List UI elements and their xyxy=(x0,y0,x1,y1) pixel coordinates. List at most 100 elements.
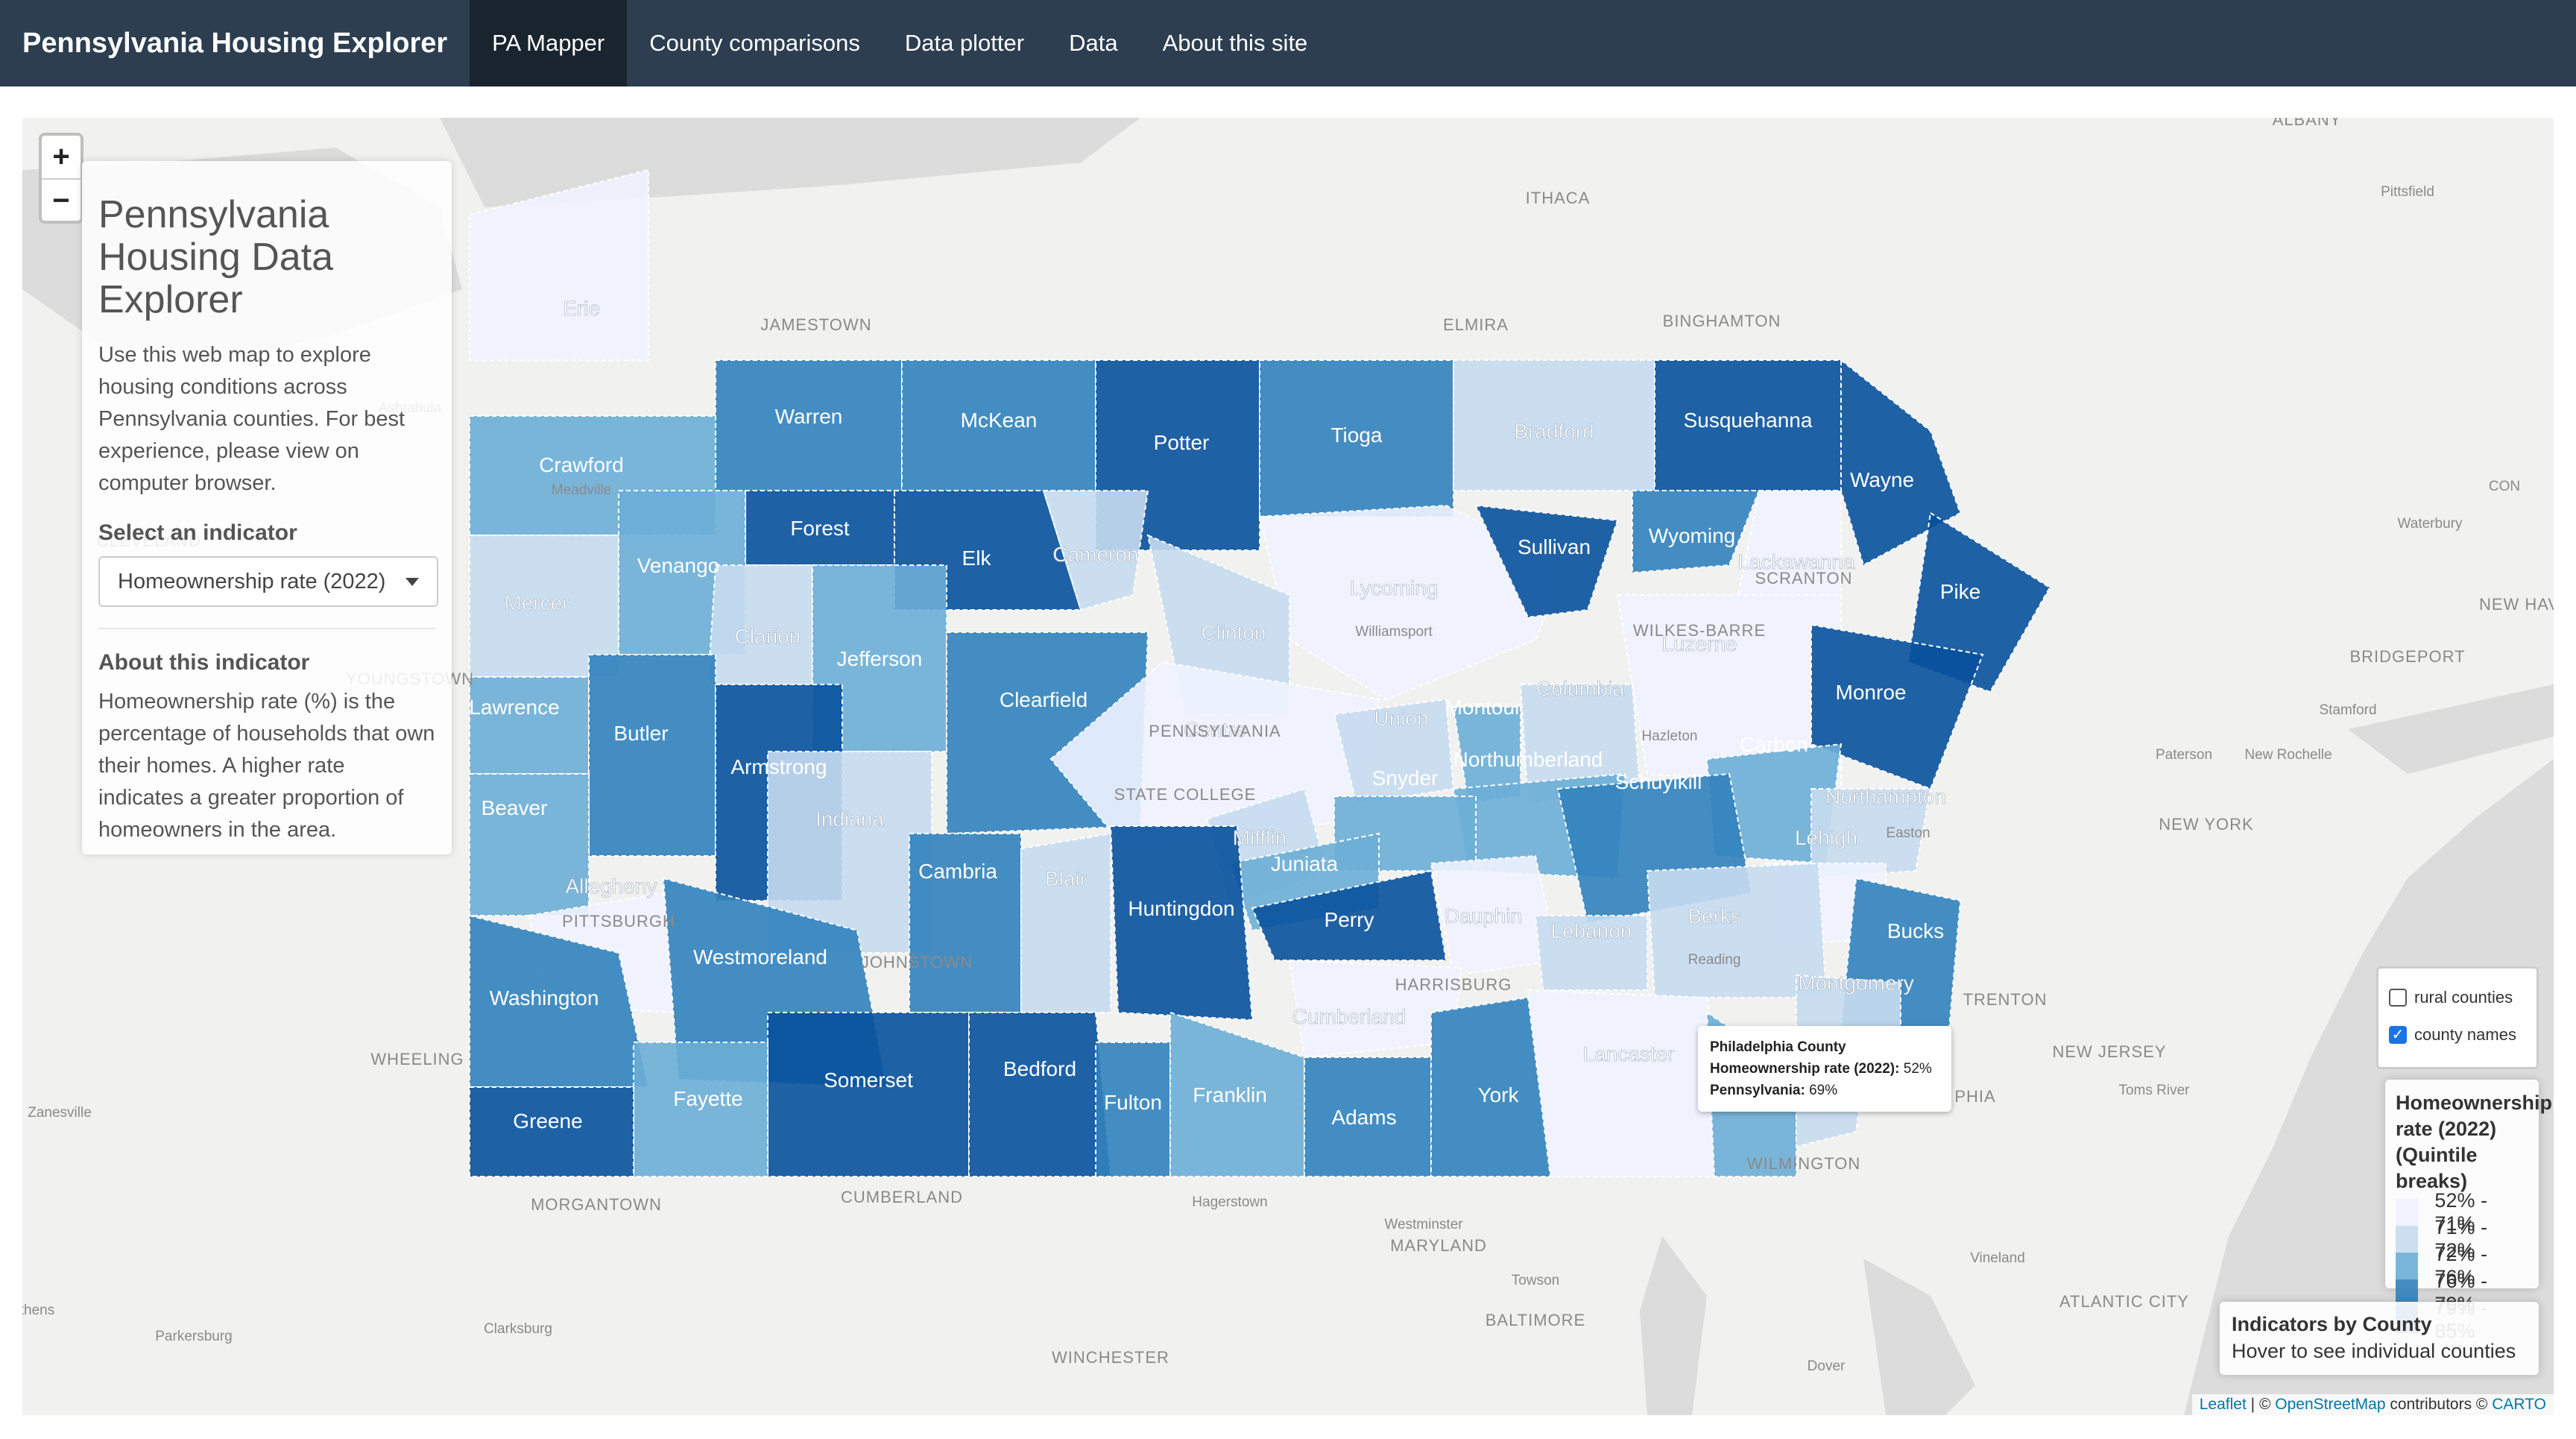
basemap-label: ITHACA xyxy=(1526,189,1591,207)
basemap-label: HARRISBURG xyxy=(1395,975,1512,994)
county-label: Columbia xyxy=(1536,677,1625,700)
nav-data[interactable]: Data xyxy=(1046,0,1140,86)
legend-swatch xyxy=(2396,1199,2419,1226)
legend: Homeownership rate (2022) (Quintile brea… xyxy=(2385,1080,2552,1342)
county-label: Montour xyxy=(1445,696,1522,719)
county-label: Mifflin xyxy=(1233,826,1287,849)
nav-data-plotter[interactable]: Data plotter xyxy=(883,0,1046,86)
county-names-label: county names xyxy=(2414,1025,2516,1044)
basemap-label: Williamsport xyxy=(1355,624,1433,640)
basemap-label: Hagerstown xyxy=(1192,1194,1267,1210)
basemap-label: SCRANTON xyxy=(1755,569,1852,588)
basemap-label: Clarksburg xyxy=(484,1321,552,1337)
basemap-label: CUMBERLAND xyxy=(841,1188,963,1206)
county-label: Westmoreland xyxy=(693,945,827,969)
county-label: Bradford xyxy=(1514,420,1594,443)
basemap-label: CON xyxy=(2489,479,2520,494)
rural-counties-label: rural counties xyxy=(2414,988,2513,1007)
county-label: York xyxy=(1477,1083,1519,1106)
indicator-select-value: Homeownership rate (2022) xyxy=(118,569,386,593)
indicator-select[interactable]: Homeownership rate (2022) xyxy=(98,556,438,607)
county-label: Somerset xyxy=(824,1068,913,1092)
toggle-county-names[interactable]: ✓ county names xyxy=(2389,1016,2526,1054)
zoom-out-button[interactable]: − xyxy=(42,180,80,222)
county-bedford[interactable] xyxy=(968,1012,1112,1177)
rural-counties-checkbox[interactable] xyxy=(2389,989,2407,1007)
basemap-label: Hazleton xyxy=(1642,728,1698,744)
county-somerset[interactable] xyxy=(767,1012,970,1177)
county-huntingdon[interactable] xyxy=(1109,825,1254,1021)
county-label: Sullivan xyxy=(1518,535,1591,558)
navbar: Pennsylvania Housing Explorer PA Mapper … xyxy=(0,0,2576,86)
osm-link[interactable]: OpenStreetMap xyxy=(2275,1396,2385,1413)
county-label: Jefferson xyxy=(837,647,923,670)
county-label: Blair xyxy=(1045,867,1087,890)
county-label: Wyoming xyxy=(1649,524,1735,547)
legend-swatch xyxy=(2396,1226,2419,1253)
county-names-checkbox[interactable]: ✓ xyxy=(2389,1026,2407,1044)
county-label: Mercer xyxy=(504,591,569,614)
basemap-label: TRENTON xyxy=(1963,990,2048,1009)
basemap-label: NEW HAV xyxy=(2479,595,2554,614)
county-label: Warren xyxy=(775,405,843,428)
basemap-label: ELMIRA xyxy=(1443,315,1509,334)
basemap-label: ALBANY xyxy=(2273,118,2342,129)
county-lawrence[interactable] xyxy=(469,676,590,775)
nav-pa-mapper[interactable]: PA Mapper xyxy=(470,0,628,86)
county-label: Susquehanna xyxy=(1684,409,1813,432)
nav-about[interactable]: About this site xyxy=(1140,0,1330,86)
info-box: Indicators by County Hover to see indivi… xyxy=(2220,1302,2539,1375)
basemap-label: Parkersburg xyxy=(155,1329,233,1344)
chesapeake-bay xyxy=(1640,1236,1707,1415)
info-title: Indicators by County xyxy=(2232,1313,2432,1335)
county-blair[interactable] xyxy=(1020,832,1111,1013)
nav-county-comparisons[interactable]: County comparisons xyxy=(627,0,883,86)
county-label: Armstrong xyxy=(730,755,827,778)
county-label: Snyder xyxy=(1372,766,1439,790)
basemap-label: Dover xyxy=(1808,1358,1846,1374)
basemap-label: PENNSYLVANIA xyxy=(1149,722,1281,740)
county-label: Fulton xyxy=(1104,1091,1162,1114)
sidebar-panel: Pennsylvania Housing Data Explorer Use t… xyxy=(82,161,452,854)
county-label: Franklin xyxy=(1193,1083,1267,1106)
basemap-label: WILMINGTON xyxy=(1747,1154,1861,1173)
zoom-in-button[interactable]: + xyxy=(42,136,80,180)
carto-link[interactable]: CARTO xyxy=(2492,1396,2546,1413)
county-butler[interactable] xyxy=(588,654,716,857)
county-label: Carbon xyxy=(1740,733,1808,756)
tooltip-county-name: Philadelphia County xyxy=(1710,1039,1846,1055)
tooltip-state-value: 69% xyxy=(1809,1083,1838,1098)
basemap-label: JAMESTOWN xyxy=(760,315,871,334)
county-label: Lawrence xyxy=(469,696,559,719)
county-label: Butler xyxy=(613,722,668,745)
county-label: Schuylkill xyxy=(1615,770,1702,793)
basemap-label: BALTIMORE xyxy=(1486,1311,1586,1329)
basemap-label: STATE COLLEGE xyxy=(1114,785,1257,804)
delaware-bay xyxy=(1863,1259,1975,1415)
about-indicator-heading: About this indicator xyxy=(98,650,310,675)
basemap-label: Towson xyxy=(1512,1273,1559,1288)
long-island-sound xyxy=(2348,684,2554,774)
tooltip-indicator-value: 52% xyxy=(1903,1061,1932,1077)
county-label: Clarion xyxy=(735,625,801,648)
county-label: Northumberland xyxy=(1453,748,1603,771)
leaflet-link[interactable]: Leaflet xyxy=(2200,1396,2247,1413)
basemap-label: NEW JERSEY xyxy=(2052,1042,2166,1061)
county-label: Indiana xyxy=(815,807,884,831)
county-label: Bedford xyxy=(1003,1057,1076,1080)
county-label: Beaver xyxy=(482,796,548,819)
basemap-label: ATLANTIC CITY xyxy=(2059,1292,2189,1311)
toggle-rural-counties[interactable]: rural counties xyxy=(2389,979,2526,1016)
attrib-contrib: contributors © xyxy=(2390,1396,2488,1413)
brand-title[interactable]: Pennsylvania Housing Explorer xyxy=(0,28,470,60)
county-label: Potter xyxy=(1154,431,1210,454)
county-label: Crawford xyxy=(539,453,624,476)
chevron-down-icon xyxy=(405,577,419,586)
divider xyxy=(98,628,435,629)
map-canvas[interactable]: Erie Warren McKean Potter Tioga Bradford Susqu… xyxy=(22,118,2554,1415)
basemap-label: Meadville xyxy=(552,482,611,498)
county-label: Lycoming xyxy=(1350,576,1439,599)
county-label: Fayette xyxy=(673,1087,742,1110)
basemap-label: JOHNSTOWN xyxy=(861,953,973,972)
county-label: Monroe xyxy=(1836,681,1907,704)
